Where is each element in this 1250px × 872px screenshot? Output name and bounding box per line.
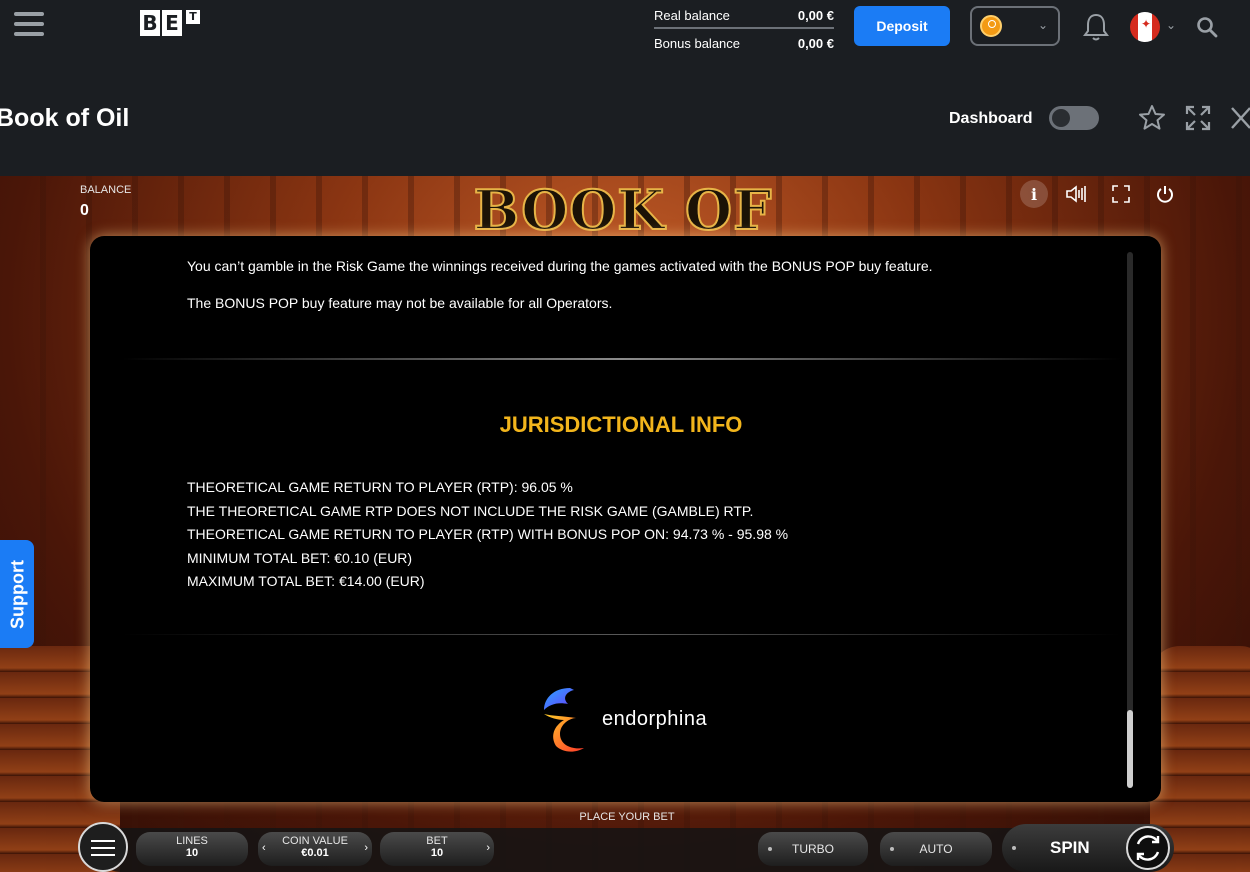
turbo-indicator: [768, 847, 772, 851]
coin-decrease-arrow-icon[interactable]: ‹: [262, 842, 266, 854]
info-line: THE THEORETICAL GAME RTP DOES NOT INCLUD…: [187, 502, 754, 519]
bonus-balance-row: Bonus balance 0,00 €: [654, 32, 834, 54]
turbo-button[interactable]: TURBO: [758, 832, 868, 866]
bet-label: BET: [426, 835, 448, 847]
game-balance-value: 0: [80, 202, 89, 219]
provider-name: endorphina: [602, 708, 708, 730]
expand-icon[interactable]: [1184, 104, 1212, 132]
bet-increase-arrow-icon[interactable]: ›: [486, 842, 490, 854]
chevron-down-icon: ⌄: [1037, 18, 1048, 32]
deposit-button[interactable]: Deposit: [854, 6, 950, 46]
game-canvas[interactable]: BALANCE 0 BOOK OF OIL i You can’t gamble…: [0, 176, 1250, 872]
bonus-balance-value: 0,00 €: [797, 35, 834, 51]
section-divider: [122, 634, 1122, 635]
user-avatar-icon: [980, 15, 1002, 37]
fullscreen-icon[interactable]: [1107, 180, 1135, 208]
dashboard-toggle[interactable]: [1049, 106, 1099, 130]
game-menu-button[interactable]: [78, 822, 128, 872]
hamburger-menu-icon[interactable]: [14, 12, 44, 40]
modal-scrollbar-track[interactable]: [1127, 252, 1133, 788]
auto-indicator: [890, 847, 894, 851]
lines-label: LINES: [176, 835, 208, 847]
top-header: B E T Real balance 0,00 € Bonus balance …: [0, 0, 1250, 56]
game-balance-label: BALANCE: [80, 184, 132, 196]
spin-button[interactable]: SPIN: [1002, 824, 1174, 872]
real-balance-row: Real balance 0,00 €: [654, 4, 834, 26]
bet-value: 10: [430, 847, 444, 859]
lines-selector[interactable]: LINES 10: [136, 832, 248, 866]
jurisdictional-info-list: THEORETICAL GAME RETURN TO PLAYER (RTP):…: [187, 476, 788, 594]
section-divider: [122, 358, 1122, 360]
account-dropdown[interactable]: ⌄: [970, 6, 1060, 46]
close-icon[interactable]: [1230, 104, 1250, 132]
modal-paragraph: The BONUS POP buy feature may not be ava…: [187, 295, 613, 311]
bonus-balance-label: Bonus balance: [654, 35, 741, 51]
slot-control-bar: PLACE YOUR BET LINES 10 ‹ COIN VALUE €0.…: [70, 806, 1180, 872]
spin-arrows-icon: [1126, 826, 1170, 870]
real-balance-value: 0,00 €: [797, 7, 834, 23]
jurisdictional-info-heading: JURISDICTIONAL INFO: [499, 412, 743, 437]
spin-label: SPIN: [1050, 838, 1090, 857]
auto-label: AUTO: [919, 842, 953, 856]
info-line: THEORETICAL GAME RETURN TO PLAYER (RTP):…: [187, 479, 573, 495]
coin-increase-arrow-icon[interactable]: ›: [364, 842, 368, 854]
provider-logo: endorphina: [540, 684, 710, 756]
game-title: Book of Oil: [0, 104, 130, 132]
bet-selector[interactable]: BET 10 ›: [380, 832, 494, 866]
coin-value-label: COIN VALUE: [282, 835, 348, 847]
lines-value: 10: [185, 847, 199, 859]
toggle-knob: [1052, 109, 1070, 127]
star-icon[interactable]: [1138, 104, 1166, 132]
logo-superscript: T: [186, 10, 200, 24]
logo-letter: B: [140, 10, 160, 36]
info-line: MINIMUM TOTAL BET: €0.10 (EUR): [187, 549, 413, 566]
real-balance-label: Real balance: [654, 7, 730, 23]
endorphina-logo-icon: [544, 688, 584, 752]
turbo-label: TURBO: [792, 842, 834, 856]
dashboard-label: Dashboard: [949, 110, 1033, 127]
game-logo: BOOK OF OIL: [473, 178, 773, 301]
modal-scrollbar-thumb[interactable]: [1127, 710, 1133, 788]
support-tab[interactable]: Support: [0, 540, 34, 648]
menu-icon: [91, 840, 115, 861]
power-icon[interactable]: [1151, 180, 1179, 208]
coin-value-selector[interactable]: ‹ COIN VALUE €0.01 ›: [258, 832, 372, 866]
modal-paragraph: You can’t gamble in the Risk Game the wi…: [187, 258, 933, 274]
search-icon[interactable]: [1196, 16, 1218, 38]
game-info-modal[interactable]: You can’t gamble in the Risk Game the wi…: [90, 236, 1161, 802]
support-label: Support: [7, 560, 28, 629]
balance-divider: [654, 27, 834, 29]
logo-letter: E: [162, 10, 182, 36]
site-logo[interactable]: B E T: [140, 10, 200, 38]
spin-indicator: [1012, 846, 1016, 850]
info-icon[interactable]: i: [1020, 180, 1048, 208]
game-title-bar: Book of Oil Dashboard: [0, 56, 1250, 176]
chevron-down-icon: ⌄: [1166, 18, 1177, 32]
auto-button[interactable]: AUTO: [880, 832, 992, 866]
language-selector[interactable]: [1130, 12, 1162, 42]
coin-value-value: €0.01: [301, 847, 329, 859]
sound-icon[interactable]: [1062, 180, 1090, 208]
info-line: THEORETICAL GAME RETURN TO PLAYER (RTP) …: [187, 526, 789, 542]
bell-icon[interactable]: [1082, 12, 1110, 42]
balance-panel: Real balance 0,00 € Bonus balance 0,00 €: [654, 4, 834, 54]
info-line: MAXIMUM TOTAL BET: €14.00 (EUR): [187, 573, 425, 589]
info-icon-glyph: i: [1030, 184, 1038, 204]
canada-flag-icon: [1130, 12, 1160, 42]
place-your-bet-label: PLACE YOUR BET: [579, 811, 675, 823]
